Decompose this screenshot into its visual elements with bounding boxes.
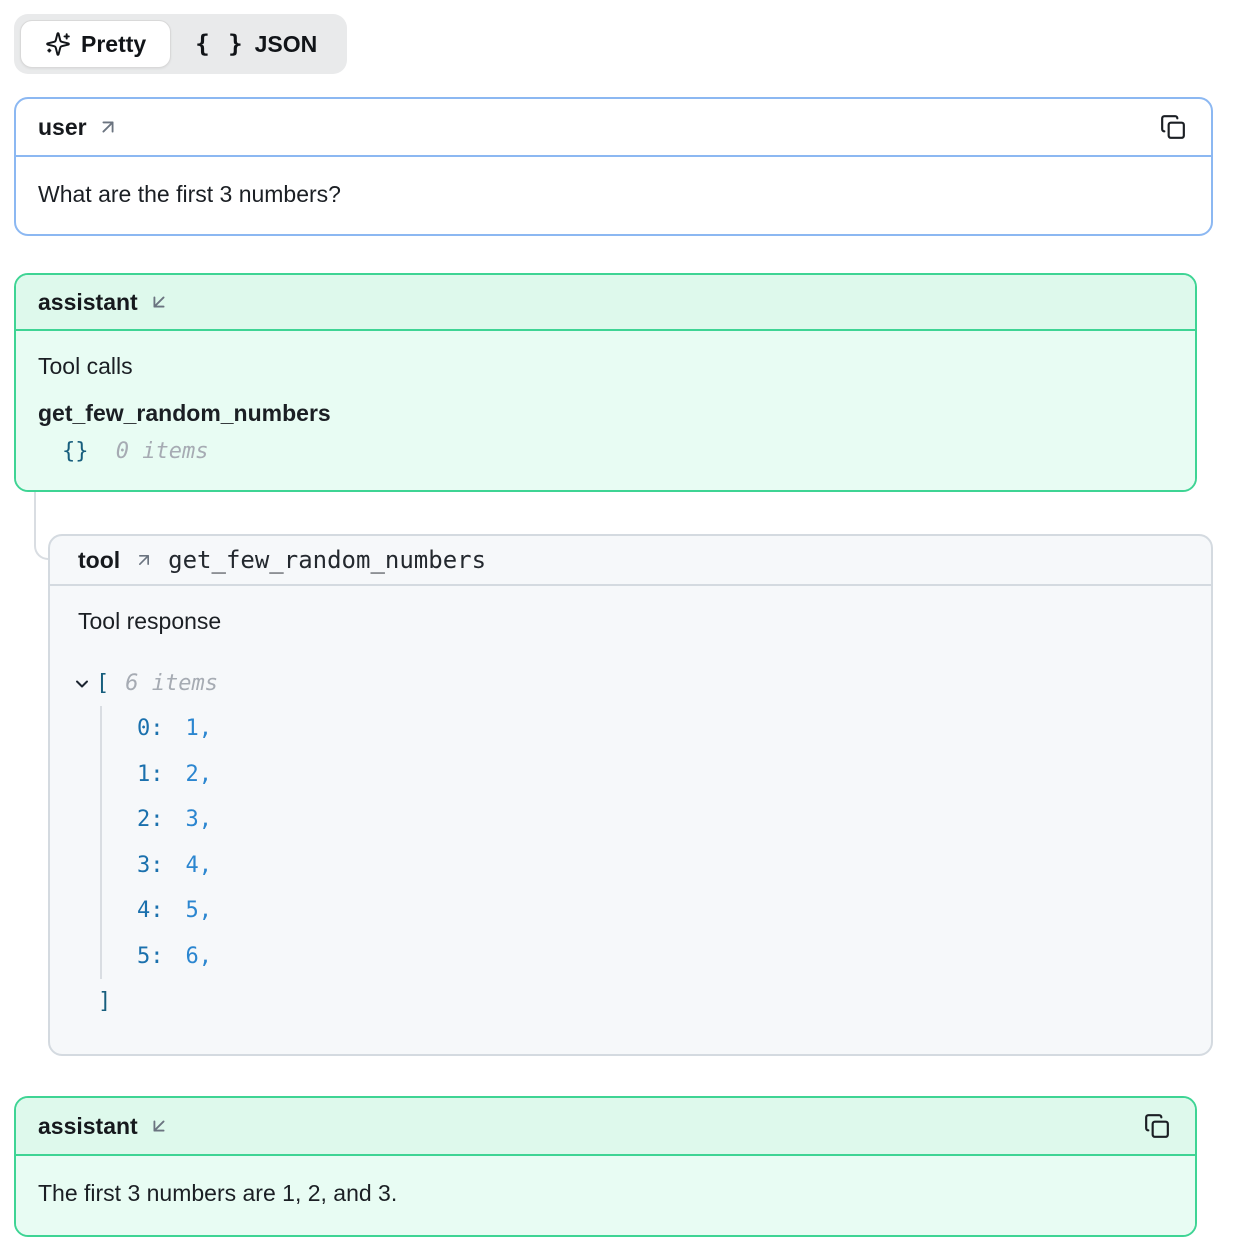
- sparkles-icon: [45, 31, 71, 57]
- arrow-down-left-icon: [148, 291, 170, 313]
- entry-key: 2:: [137, 807, 164, 832]
- entry-value: 6,: [186, 944, 213, 969]
- user-message-card: user What are the first 3 numbers?: [14, 97, 1213, 236]
- arrow-up-right-icon: [97, 116, 119, 138]
- arrow-down-left-icon: [148, 1115, 170, 1137]
- pretty-tab-label: Pretty: [81, 31, 146, 58]
- json-tab[interactable]: { } JSON: [171, 20, 341, 68]
- user-message-header: user: [16, 99, 1211, 157]
- tree-entry: 5: 6,: [137, 934, 1183, 980]
- tree-entry: 0: 1,: [137, 706, 1183, 752]
- json-tree-children: 0: 1, 1: 2, 2: 3, 3: 4,: [100, 706, 1183, 979]
- json-tree-root-row: [ 6 items: [78, 661, 1183, 706]
- assistant-tool-call-body: Tool calls get_few_random_numbers {} 0 i…: [16, 331, 1195, 490]
- braces-icon: { }: [195, 30, 244, 58]
- close-bracket-row: ]: [98, 979, 1183, 1024]
- tool-call-group: assistant Tool calls get_few_random_numb…: [14, 273, 1230, 1056]
- entry-value: 2,: [186, 762, 213, 787]
- args-item-count: 0 items: [116, 439, 209, 464]
- chevron-down-icon[interactable]: [72, 674, 92, 694]
- json-tree: [ 6 items 0: 1, 1: 2, 2: 3,: [78, 661, 1183, 1024]
- entry-value: 3,: [186, 807, 213, 832]
- assistant-final-content: The first 3 numbers are 1, 2, and 3.: [16, 1156, 1195, 1235]
- tree-entry: 3: 4,: [137, 843, 1183, 889]
- entry-key: 1:: [137, 762, 164, 787]
- entry-key: 5:: [137, 944, 164, 969]
- role-label: assistant: [38, 1113, 138, 1140]
- tool-response-card: tool get_few_random_numbers Tool respons…: [48, 534, 1213, 1056]
- entry-key: 4:: [137, 898, 164, 923]
- entry-key: 0:: [137, 716, 164, 741]
- copy-button[interactable]: [1157, 111, 1189, 143]
- role-label: tool: [78, 547, 120, 574]
- empty-object-glyph: {}: [62, 439, 89, 464]
- arrow-up-right-icon: [134, 550, 154, 570]
- user-message-content: What are the first 3 numbers?: [16, 157, 1211, 234]
- assistant-final-card: assistant The first 3 numbers are 1, 2, …: [14, 1096, 1197, 1237]
- tool-calls-title: Tool calls: [38, 353, 1173, 380]
- tree-entry: 4: 5,: [137, 888, 1183, 934]
- entry-value: 4,: [186, 853, 213, 878]
- array-item-count: 6 items: [125, 671, 218, 696]
- assistant-tool-call-card: assistant Tool calls get_few_random_numb…: [14, 273, 1197, 492]
- entry-value: 5,: [186, 898, 213, 923]
- assistant-header: assistant: [16, 1098, 1195, 1156]
- tree-entry: 2: 3,: [137, 797, 1183, 843]
- pretty-tab[interactable]: Pretty: [20, 20, 171, 68]
- role-label: user: [38, 114, 87, 141]
- entry-key: 3:: [137, 853, 164, 878]
- tool-header: tool get_few_random_numbers: [50, 536, 1211, 586]
- close-bracket: ]: [98, 989, 111, 1014]
- open-bracket: [: [96, 671, 109, 696]
- tool-response-body: Tool response [ 6 items 0: 1,: [50, 586, 1211, 1054]
- tool-call-args: {} 0 items: [62, 439, 1173, 464]
- view-format-toggle: Pretty { } JSON: [14, 14, 347, 74]
- role-label: assistant: [38, 289, 138, 316]
- tree-entry: 1: 2,: [137, 752, 1183, 798]
- copy-button[interactable]: [1141, 1110, 1173, 1142]
- entry-value: 1,: [186, 716, 213, 741]
- tool-call-name: get_few_random_numbers: [38, 400, 1173, 427]
- tool-function-name: get_few_random_numbers: [168, 546, 486, 574]
- json-tab-label: JSON: [255, 31, 318, 58]
- assistant-header: assistant: [16, 275, 1195, 331]
- tool-response-title: Tool response: [78, 608, 1183, 635]
